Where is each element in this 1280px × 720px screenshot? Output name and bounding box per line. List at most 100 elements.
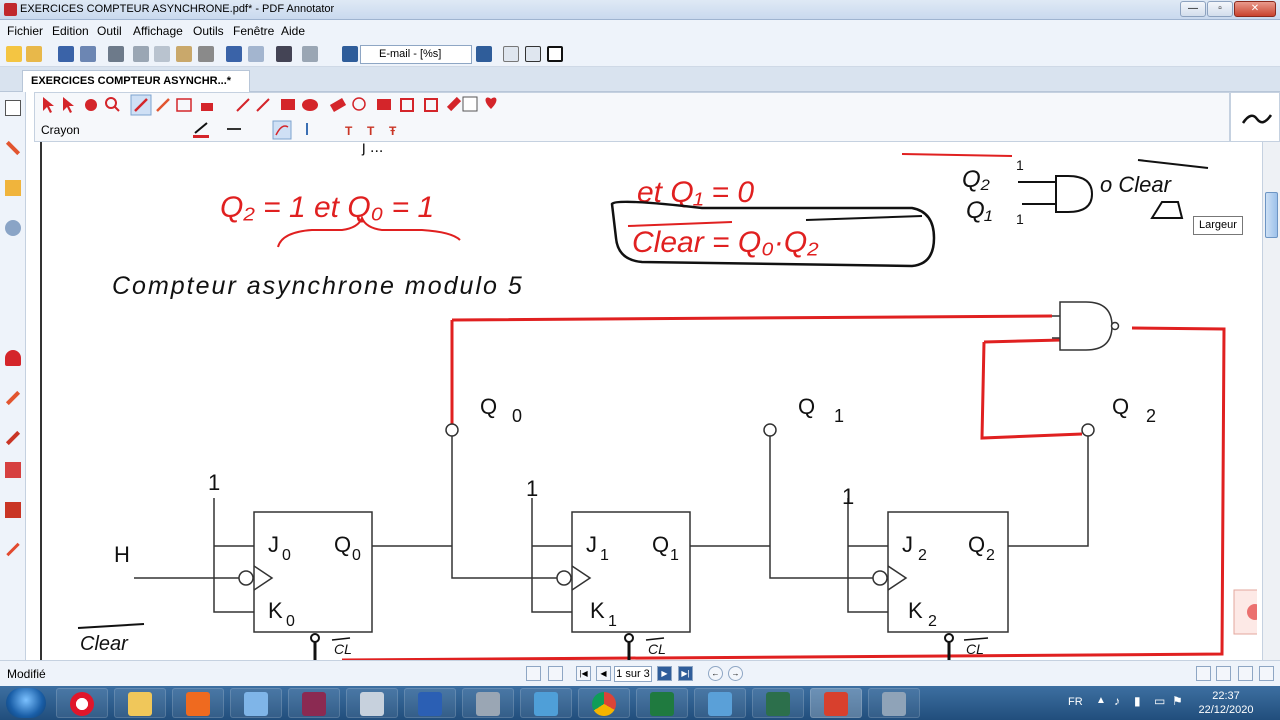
pen-color-swatch[interactable] xyxy=(193,135,209,138)
taskbar-network[interactable] xyxy=(462,688,514,718)
copy-icon[interactable] xyxy=(154,46,170,62)
favorites-icon[interactable] xyxy=(5,350,21,366)
highlighter-side-icon[interactable] xyxy=(5,390,21,406)
restore-button[interactable]: ▫ xyxy=(1207,1,1233,17)
menu-fenetre[interactable]: Fenêtre xyxy=(233,24,274,38)
taskbar-tool[interactable] xyxy=(868,688,920,718)
text-tool-a-icon[interactable]: T xyxy=(345,124,353,138)
image-tool-icon[interactable] xyxy=(176,98,192,112)
paste-icon[interactable] xyxy=(176,46,192,62)
arrow-side-icon[interactable] xyxy=(6,542,20,557)
rectangle-tool-icon[interactable] xyxy=(281,99,295,110)
hand-tool-icon[interactable] xyxy=(85,99,97,111)
delete-icon[interactable] xyxy=(198,46,214,62)
marker-tool-icon[interactable] xyxy=(156,98,170,112)
taskbar-excel[interactable] xyxy=(636,688,688,718)
menu-aide[interactable]: Aide xyxy=(281,24,305,38)
menu-affichage[interactable]: Affichage xyxy=(133,24,183,38)
next-page-button[interactable]: ▶ xyxy=(657,666,672,681)
folder-side-icon[interactable] xyxy=(5,180,21,196)
nav-forward-icon[interactable]: → xyxy=(728,666,743,681)
open-folder-icon[interactable] xyxy=(26,46,42,62)
redo-icon[interactable] xyxy=(248,46,264,62)
tray-network-icon[interactable]: ▮ xyxy=(1134,694,1141,708)
attachment-icon[interactable] xyxy=(5,220,21,236)
taskbar-reader[interactable] xyxy=(752,688,804,718)
menu-edition[interactable]: Edition xyxy=(52,24,89,38)
pen-side-icon[interactable] xyxy=(5,140,21,156)
last-page-button[interactable]: ▶| xyxy=(678,666,693,681)
chart-side-icon[interactable] xyxy=(5,462,21,478)
close-button[interactable]: ✕ xyxy=(1234,1,1276,17)
print-icon[interactable] xyxy=(108,46,124,62)
stamp-tool-icon[interactable] xyxy=(201,103,213,111)
select-tool-icon[interactable] xyxy=(43,97,54,113)
smooth-ink-toggle[interactable] xyxy=(272,120,292,140)
ruler-tool-icon[interactable] xyxy=(446,96,462,112)
taskbar-opera[interactable] xyxy=(56,688,108,718)
single-page-icon[interactable] xyxy=(503,46,519,62)
menu-outils[interactable]: Outils xyxy=(193,24,224,38)
menu-fichier[interactable]: Fichier xyxy=(7,24,43,38)
new-document-icon[interactable] xyxy=(6,46,22,62)
pen-color-icon[interactable] xyxy=(194,122,208,134)
view-grid-icon[interactable] xyxy=(1259,666,1274,681)
scroll-thumb[interactable] xyxy=(1265,192,1278,238)
taskbar-explorer[interactable] xyxy=(114,688,166,718)
lasso-tool-icon[interactable] xyxy=(352,97,366,111)
text-select-tool-icon[interactable] xyxy=(63,97,74,113)
save-icon[interactable] xyxy=(58,46,74,62)
ellipse-tool-icon[interactable] xyxy=(302,99,318,111)
tray-power-icon[interactable]: ▭ xyxy=(1154,694,1165,708)
favorite-tools-icon[interactable] xyxy=(485,97,497,109)
document-view[interactable]: j ... Q₂ = 1 et Q₀ = 1 et Q₁ = 0 Clear =… xyxy=(34,142,1262,660)
tray-flag-icon[interactable]: ⚑ xyxy=(1172,694,1183,708)
nav-back-icon[interactable]: ← xyxy=(708,666,723,681)
minimize-button[interactable]: — xyxy=(1180,1,1206,17)
zoom-out-icon[interactable] xyxy=(342,46,358,62)
first-page-button[interactable]: |◀ xyxy=(576,666,591,681)
find-icon[interactable] xyxy=(276,46,292,62)
undo-icon[interactable] xyxy=(226,46,242,62)
more-tools-icon[interactable] xyxy=(462,96,478,112)
taskbar-photos[interactable] xyxy=(694,688,746,718)
taskbar-pdf-annotator[interactable] xyxy=(172,688,224,718)
page-layout-icon[interactable] xyxy=(302,46,318,62)
save-as-icon[interactable] xyxy=(80,46,96,62)
taskbar-word[interactable] xyxy=(404,688,456,718)
view-continuous-icon[interactable] xyxy=(1216,666,1231,681)
taskbar-winrar[interactable] xyxy=(288,688,340,718)
text-tool-c-icon[interactable]: Ŧ xyxy=(389,124,397,138)
taskbar-paint[interactable] xyxy=(230,688,282,718)
view-single-icon[interactable] xyxy=(1196,666,1211,681)
crop-tool-icon[interactable] xyxy=(400,98,414,112)
taskbar-calculator[interactable] xyxy=(346,688,398,718)
vertical-scrollbar[interactable] xyxy=(1262,142,1280,660)
marker-side-icon[interactable] xyxy=(5,430,21,446)
fullscreen-icon[interactable] xyxy=(547,46,563,62)
history-back-icon[interactable] xyxy=(526,666,541,681)
link-tool-icon[interactable] xyxy=(424,98,438,112)
page-indicator[interactable]: 1 sur 3 xyxy=(614,666,652,682)
tray-language[interactable]: FR xyxy=(1068,696,1083,708)
start-button[interactable] xyxy=(6,688,46,718)
tab-document[interactable]: EXERCICES COMPTEUR ASYNCHR...* xyxy=(22,70,250,92)
document-page[interactable]: j ... Q₂ = 1 et Q₀ = 1 et Q₁ = 0 Clear =… xyxy=(40,142,1262,660)
zoom-in-icon[interactable] xyxy=(476,46,492,62)
view-facing-icon[interactable] xyxy=(1238,666,1253,681)
fit-page-icon[interactable] xyxy=(525,46,541,62)
camera-tool-icon[interactable] xyxy=(377,99,391,110)
tray-clock[interactable]: 22:37 22/12/2020 xyxy=(1196,689,1256,717)
eraser-tool-icon[interactable] xyxy=(329,98,347,112)
history-forward-icon[interactable] xyxy=(548,666,563,681)
taskbar-pdf-active[interactable] xyxy=(810,688,862,718)
taskbar-chrome[interactable] xyxy=(578,688,630,718)
tray-volume-icon[interactable]: ♪ xyxy=(1114,694,1120,708)
taskbar-control-panel[interactable] xyxy=(520,688,572,718)
arrow-tool-icon[interactable] xyxy=(256,98,270,112)
zoom-select[interactable]: E-mail - [%s] xyxy=(360,45,472,64)
tray-expand-icon[interactable]: ▲ xyxy=(1096,695,1106,706)
menu-outil[interactable]: Outil xyxy=(97,24,122,38)
cut-icon[interactable] xyxy=(133,46,149,62)
zoom-tool-icon[interactable] xyxy=(105,97,120,112)
